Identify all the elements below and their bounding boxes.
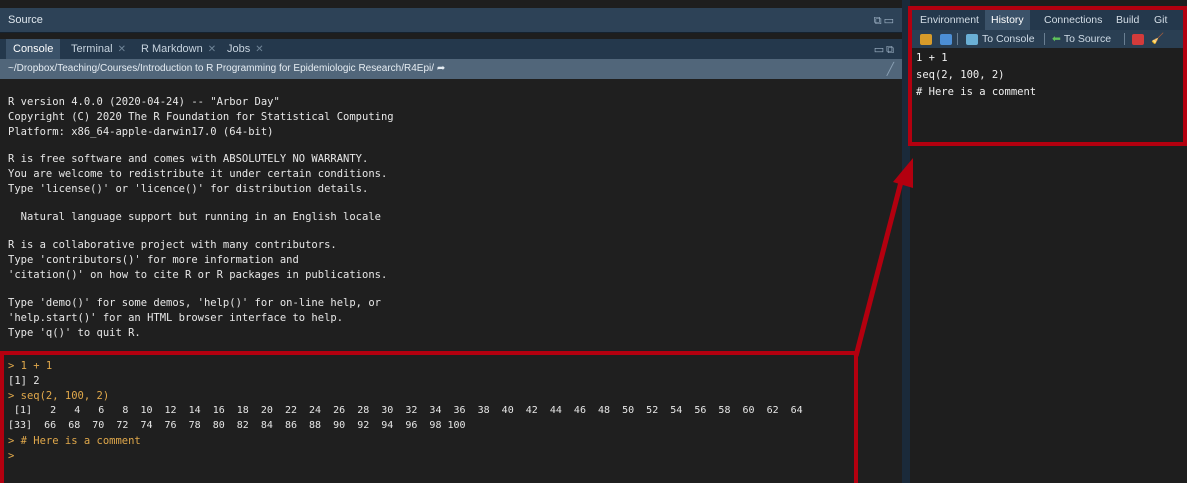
tab-console-label: Console <box>13 43 54 55</box>
go-to-directory-icon[interactable]: ➦ <box>437 63 445 74</box>
tab-r-markdown-label: R Markdown <box>141 43 203 55</box>
clear-console-icon[interactable]: ╱ <box>887 62 894 76</box>
source-pane-header[interactable]: Source ⧉▭ <box>0 8 902 33</box>
maximize-minimize-icons[interactable]: ⧉▭ <box>874 14 896 28</box>
console-line: Type 'license()' or 'licence()' for dist… <box>8 183 369 195</box>
console-line: Type 'demo()' for some demos, 'help()' f… <box>8 297 381 309</box>
console-line: 'help.start()' for an HTML browser inter… <box>8 312 344 324</box>
working-directory-bar: ~/Dropbox/Teaching/Courses/Introduction … <box>0 59 902 79</box>
tab-terminal[interactable]: Terminal ✕ <box>64 39 133 59</box>
console-tab-bar: Console Terminal ✕ R Markdown ✕ Jobs ✕ ▭⧉ <box>0 39 902 59</box>
console-line: Type 'contributors()' for more informati… <box>8 254 299 266</box>
console-line: Type 'q()' to quit R. <box>8 327 141 339</box>
close-icon[interactable]: ✕ <box>208 44 216 55</box>
console-window-icons[interactable]: ▭⧉ <box>874 43 896 57</box>
console-line: R is a collaborative project with many c… <box>8 239 337 251</box>
tab-terminal-label: Terminal <box>71 43 113 55</box>
console-line: 'citation()' on how to cite R or R packa… <box>8 269 388 281</box>
console-line: You are welcome to redistribute it under… <box>8 168 388 180</box>
source-pane-title: Source <box>8 14 43 26</box>
console-line: R version 4.0.0 (2020-04-24) -- "Arbor D… <box>8 96 280 108</box>
console-line: Platform: x86_64-apple-darwin17.0 (64-bi… <box>8 126 274 138</box>
tab-jobs[interactable]: Jobs ✕ <box>220 39 271 59</box>
tab-r-markdown[interactable]: R Markdown ✕ <box>134 39 223 59</box>
close-icon[interactable]: ✕ <box>255 44 263 55</box>
working-directory-path: ~/Dropbox/Teaching/Courses/Introduction … <box>8 63 446 74</box>
tab-console[interactable]: Console <box>6 39 61 59</box>
console-line: R is free software and comes with ABSOLU… <box>8 153 369 165</box>
tab-jobs-label: Jobs <box>227 43 251 55</box>
console-line: Natural language support but running in … <box>8 211 381 223</box>
history-highlight-box <box>908 6 1187 146</box>
console-line: Copyright (C) 2020 The R Foundation for … <box>8 111 394 123</box>
close-icon[interactable]: ✕ <box>118 44 126 55</box>
console-highlight-box <box>0 351 858 483</box>
